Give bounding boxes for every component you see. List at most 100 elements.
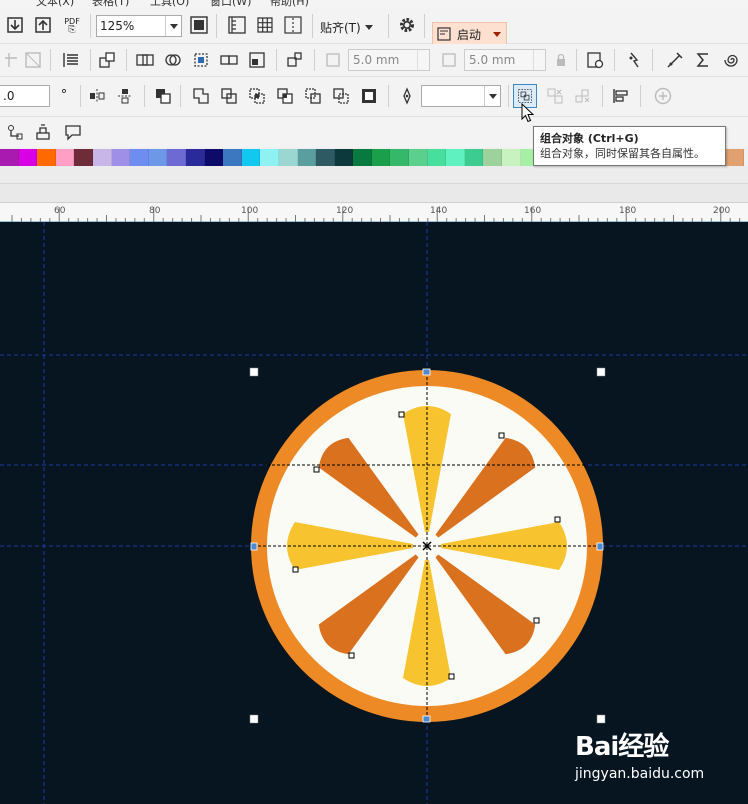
arrange-order-icon[interactable] (152, 85, 174, 107)
align-distribute-icon[interactable] (60, 49, 82, 71)
mirror-vertical-icon[interactable] (114, 85, 136, 107)
color-swatch[interactable] (223, 149, 242, 166)
outline-width-field[interactable]: .0 (0, 85, 50, 107)
add-icon[interactable] (652, 85, 674, 107)
node-handle[interactable] (348, 652, 355, 659)
zoom-combo[interactable]: 125% (96, 15, 182, 37)
color-swatch[interactable] (260, 149, 279, 166)
color-swatch[interactable] (55, 149, 75, 166)
export-icon[interactable] (32, 14, 54, 36)
selection-handle-bottom[interactable] (422, 715, 431, 723)
outline-pen-icon[interactable] (396, 85, 418, 107)
weld-shapes-icon[interactable] (190, 85, 212, 107)
color-swatch[interactable] (334, 149, 354, 166)
color-swatch[interactable] (409, 149, 428, 166)
stamp-icon[interactable] (32, 121, 54, 143)
color-swatch[interactable] (725, 149, 744, 166)
color-swatch[interactable] (278, 149, 298, 166)
menu-window[interactable]: 窗口(W) (210, 0, 251, 8)
color-swatch[interactable] (92, 149, 112, 166)
comment-icon[interactable] (62, 121, 84, 143)
shape-tool-icon[interactable] (624, 49, 646, 71)
color-swatch[interactable] (18, 149, 38, 166)
gear-icon[interactable] (396, 14, 418, 36)
selection-handle-top[interactable] (422, 368, 431, 376)
intersect-shapes-icon[interactable] (246, 85, 268, 107)
mirror-horizontal-icon[interactable] (86, 85, 108, 107)
color-swatch[interactable] (148, 149, 168, 166)
connector-icon[interactable] (4, 121, 26, 143)
color-swatch[interactable] (316, 149, 335, 166)
color-swatch[interactable] (464, 149, 484, 166)
menu-help[interactable]: 帮助(H) (270, 0, 309, 8)
create-boundary-icon[interactable] (284, 49, 306, 71)
intersect-icon[interactable] (190, 49, 212, 71)
node-handle[interactable] (533, 617, 540, 624)
menu-text[interactable]: 文本(X) (36, 0, 74, 8)
node-handle[interactable] (292, 566, 299, 573)
publish-pdf-button[interactable]: PDF ⎘ (60, 16, 84, 36)
color-swatch[interactable] (297, 149, 317, 166)
simplify-icon[interactable] (218, 49, 240, 71)
node-handle[interactable] (398, 411, 405, 418)
width-field[interactable]: 5.0 mm (348, 49, 430, 71)
selection-handle-top-left[interactable] (249, 367, 259, 377)
trim-icon[interactable] (162, 49, 184, 71)
selection-handle-right[interactable] (596, 542, 604, 551)
show-guidelines-icon[interactable] (282, 14, 304, 36)
node-handle[interactable] (554, 516, 561, 523)
full-screen-preview-icon[interactable] (188, 14, 210, 36)
color-swatch[interactable] (483, 149, 503, 166)
color-swatch[interactable] (130, 149, 149, 166)
outline-style-dropdown-arrow[interactable] (484, 86, 500, 106)
selection-handle-bottom-right[interactable] (596, 714, 606, 724)
import-icon[interactable] (4, 14, 26, 36)
back-minus-front-icon[interactable] (330, 85, 352, 107)
drawing-canvas[interactable]: Bai经验 jingyan.baidu.com (0, 222, 748, 804)
color-swatch[interactable] (241, 149, 261, 166)
object-properties-icon[interactable] (584, 49, 606, 71)
selection-handle-left[interactable] (250, 542, 258, 551)
front-minus-back-icon[interactable] (246, 49, 268, 71)
color-swatch[interactable] (167, 149, 186, 166)
pen-tool-icon[interactable] (664, 49, 686, 71)
show-rulers-icon[interactable] (226, 14, 248, 36)
color-swatch[interactable] (37, 149, 56, 166)
weld-icon[interactable] (134, 49, 156, 71)
horizontal-ruler[interactable]: 60 80 100 120 140 160 180 200 (0, 202, 748, 222)
color-swatch[interactable] (74, 149, 93, 166)
selection-handle-bottom-left[interactable] (249, 714, 259, 724)
create-boundary-shape-icon[interactable] (358, 85, 380, 107)
color-swatch[interactable] (111, 149, 131, 166)
color-swatch[interactable] (204, 149, 224, 166)
node-handle[interactable] (498, 432, 505, 439)
spiral-icon[interactable] (720, 49, 742, 71)
simplify-shapes-icon[interactable] (274, 85, 296, 107)
menu-tools[interactable]: 工具(O) (150, 0, 189, 8)
zoom-dropdown-arrow[interactable] (165, 16, 181, 36)
transform-icon[interactable] (96, 49, 118, 71)
trim-shapes-icon[interactable] (218, 85, 240, 107)
menu-table[interactable]: 表格(T) (92, 0, 129, 8)
width-spinner[interactable] (417, 50, 429, 70)
color-swatch[interactable] (390, 149, 410, 166)
node-handle[interactable] (448, 673, 455, 680)
color-swatch[interactable] (353, 149, 372, 166)
color-swatch[interactable] (427, 149, 447, 166)
color-swatch[interactable] (185, 149, 205, 166)
launch-button[interactable]: 启动 (432, 22, 507, 46)
show-grid-icon[interactable] (254, 14, 276, 36)
outline-style-combo[interactable] (421, 85, 501, 107)
node-handle[interactable] (313, 466, 320, 473)
color-swatch[interactable] (502, 149, 521, 166)
color-swatch[interactable] (446, 149, 465, 166)
sigma-icon[interactable] (692, 49, 714, 71)
front-minus-back-shapes-icon[interactable] (302, 85, 324, 107)
color-swatch[interactable] (371, 149, 391, 166)
height-field[interactable]: 5.0 mm (464, 49, 546, 71)
snap-to-button[interactable]: 贴齐(T) (320, 19, 373, 36)
color-swatch[interactable] (0, 149, 19, 166)
selection-handle-top-right[interactable] (596, 367, 606, 377)
align-icon[interactable] (610, 85, 632, 107)
height-spinner[interactable] (533, 50, 545, 70)
